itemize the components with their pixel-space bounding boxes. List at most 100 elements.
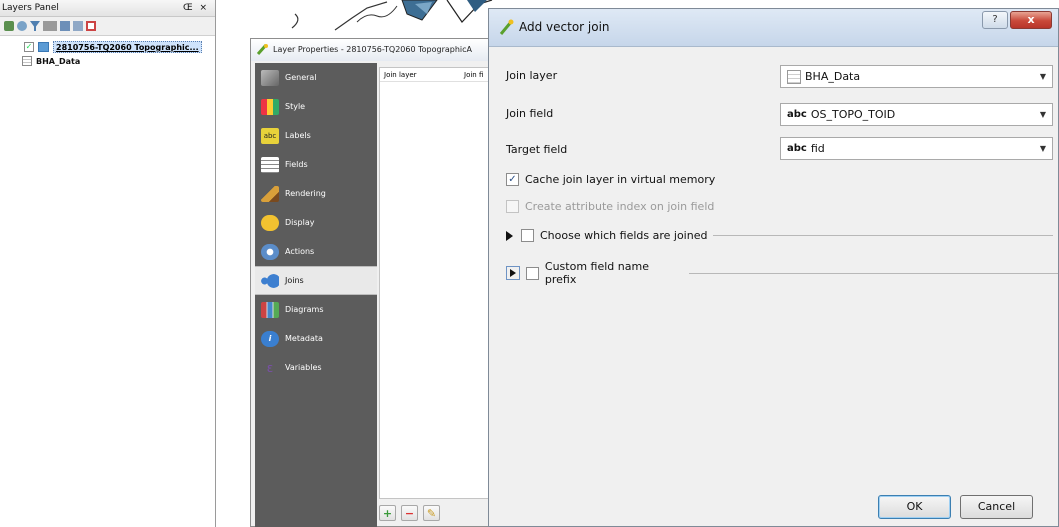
join-field-label: Join field xyxy=(506,107,554,120)
sidebar-item-label: Joins xyxy=(285,276,304,285)
remove-layer-icon[interactable] xyxy=(86,21,96,31)
sidebar-item-label: General xyxy=(285,73,317,82)
layers-tree: ✓ 2810756-TQ2060 Topographic... BHA_Data xyxy=(0,36,215,68)
info-icon: i xyxy=(261,330,279,347)
layer-row-bha-data[interactable]: BHA_Data xyxy=(0,54,215,68)
sidebar-item-actions[interactable]: Actions xyxy=(255,237,377,266)
column-join-field[interactable]: Join fi xyxy=(460,68,483,81)
cancel-button[interactable]: Cancel xyxy=(960,495,1033,519)
sidebar-item-label: Display xyxy=(285,218,315,227)
sidebar-item-label: Rendering xyxy=(285,189,326,198)
attribute-index-label: Create attribute index on join field xyxy=(525,200,715,213)
open-layer-styling-icon[interactable] xyxy=(4,21,14,31)
cache-join-label: Cache join layer in virtual memory xyxy=(525,173,716,186)
sidebar-item-rendering[interactable]: Rendering xyxy=(255,179,377,208)
layers-panel-window-controls[interactable]: Œ × xyxy=(183,0,209,17)
joined-fields-checkbox[interactable] xyxy=(521,229,534,242)
group-divider xyxy=(689,272,1058,274)
edit-join-button[interactable]: ✎ xyxy=(423,505,440,521)
epsilon-icon: ε xyxy=(266,360,274,375)
layers-panel-title: Layers Panel xyxy=(2,3,59,13)
chevron-down-icon: ▼ xyxy=(1039,110,1046,119)
remove-join-button[interactable]: − xyxy=(401,505,418,521)
joined-fields-group[interactable]: Choose which fields are joined xyxy=(506,229,1054,242)
filter-icon[interactable] xyxy=(30,21,40,31)
sidebar-item-variables[interactable]: ε Variables xyxy=(255,353,377,382)
polygon-layer-icon xyxy=(38,42,49,52)
expand-arrow-icon[interactable] xyxy=(506,266,520,280)
map-canvas[interactable] xyxy=(217,0,517,40)
layer-properties-window: Layer Properties - 2810756-TQ2060 Topogr… xyxy=(250,38,511,527)
column-join-layer[interactable]: Join layer xyxy=(380,68,460,81)
sidebar-item-labels[interactable]: abc Labels xyxy=(255,121,377,150)
filter-legend-icon[interactable] xyxy=(43,21,57,31)
sidebar-item-label: Diagrams xyxy=(285,305,324,314)
close-button[interactable]: x xyxy=(1010,11,1052,29)
add-group-icon[interactable] xyxy=(17,21,27,31)
sidebar-item-label: Fields xyxy=(285,160,308,169)
dialog-title: Add vector join xyxy=(519,20,610,34)
sidebar-item-display[interactable]: Display xyxy=(255,208,377,237)
sidebar-item-label: Style xyxy=(285,102,306,111)
attribute-index-checkbox xyxy=(506,200,519,213)
chevron-down-icon: ▼ xyxy=(1039,72,1046,81)
string-type-icon: abc xyxy=(787,143,807,154)
screenshot-root: Layers Panel Œ × ✓ 2810756-TQ2060 Topogr… xyxy=(0,0,1059,527)
join-layer-select[interactable]: BHA_Data ▼ xyxy=(780,65,1053,88)
target-field-label: Target field xyxy=(506,143,568,156)
table-layer-icon xyxy=(787,69,801,84)
minus-icon: − xyxy=(404,506,415,520)
paint-icon xyxy=(261,98,279,115)
sidebar-item-label: Variables xyxy=(285,363,322,372)
target-field-value: fid xyxy=(810,142,825,155)
sidebar-item-general[interactable]: General xyxy=(255,63,377,92)
sidebar-item-style[interactable]: Style xyxy=(255,92,377,121)
collapse-all-icon[interactable] xyxy=(73,21,83,31)
sidebar-item-metadata[interactable]: i Metadata xyxy=(255,324,377,353)
cache-join-option[interactable]: ✓ Cache join layer in virtual memory xyxy=(506,173,715,186)
join-layer-label: Join layer xyxy=(506,69,558,82)
sidebar-item-diagrams[interactable]: Diagrams xyxy=(255,295,377,324)
attribute-index-option: Create attribute index on join field xyxy=(506,200,714,213)
layer-properties-title: Layer Properties - 2810756-TQ2060 Topogr… xyxy=(273,45,473,54)
expand-arrow-icon[interactable] xyxy=(506,230,513,241)
join-field-select[interactable]: abc OS_TOPO_TOID ▼ xyxy=(780,103,1053,126)
ok-button[interactable]: OK xyxy=(878,495,951,519)
abc-label-icon: abc xyxy=(261,127,279,144)
gear-icon xyxy=(261,243,279,260)
table-layer-icon xyxy=(22,56,32,66)
sidebar-item-label: Labels xyxy=(285,131,311,140)
string-type-icon: abc xyxy=(787,109,807,120)
layer-properties-title-bar: Layer Properties - 2810756-TQ2060 Topogr… xyxy=(251,39,509,61)
layer-properties-sidebar: General Style abc Labels Fields Renderin… xyxy=(255,63,377,527)
cache-join-checkbox[interactable]: ✓ xyxy=(506,173,519,186)
plus-icon: + xyxy=(382,506,393,520)
qgis-icon xyxy=(499,19,514,35)
join-icon xyxy=(261,272,279,289)
sidebar-item-joins[interactable]: Joins xyxy=(255,266,377,295)
layer-row-topographic[interactable]: ✓ 2810756-TQ2060 Topographic... xyxy=(0,40,215,54)
layer-name: 2810756-TQ2060 Topographic... xyxy=(53,41,202,53)
layers-toolbar xyxy=(0,17,215,36)
sidebar-item-label: Actions xyxy=(285,247,315,256)
target-field-select[interactable]: abc fid ▼ xyxy=(780,137,1053,160)
sidebar-item-fields[interactable]: Fields xyxy=(255,150,377,179)
qgis-icon xyxy=(257,44,268,55)
field-prefix-checkbox[interactable] xyxy=(525,266,539,280)
layers-panel: Layers Panel Œ × ✓ 2810756-TQ2060 Topogr… xyxy=(0,0,216,527)
chevron-down-icon: ▼ xyxy=(1039,144,1046,153)
join-field-value: OS_TOPO_TOID xyxy=(810,108,896,121)
layer-name: BHA_Data xyxy=(36,56,81,66)
pencil-icon: ✎ xyxy=(426,506,437,520)
chart-icon xyxy=(261,301,279,318)
layers-panel-title-bar: Layers Panel Œ × xyxy=(0,0,215,17)
layer-visibility-checkbox[interactable]: ✓ xyxy=(24,42,34,52)
field-prefix-label: Custom field name prefix xyxy=(544,260,649,286)
wrench-icon xyxy=(261,69,279,86)
field-prefix-group[interactable]: Custom field name prefix xyxy=(506,260,1058,286)
speech-bubble-icon xyxy=(261,214,279,231)
expand-all-icon[interactable] xyxy=(60,21,70,31)
table-icon xyxy=(261,156,279,173)
help-button[interactable]: ? xyxy=(982,11,1008,29)
add-join-button[interactable]: + xyxy=(379,505,396,521)
